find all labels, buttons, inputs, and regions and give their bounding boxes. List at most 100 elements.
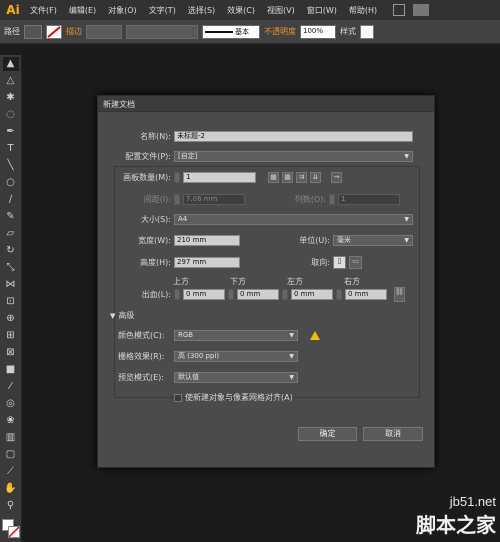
advanced-label[interactable]: 高级 [118, 310, 134, 321]
spacing-spinner [174, 194, 180, 205]
bleed-right-field[interactable]: 0 mm [345, 289, 387, 300]
control-bar: 路径 描边 基本 不透明度 100% 样式 [0, 20, 500, 44]
bleed-bottom-field[interactable]: 0 mm [237, 289, 279, 300]
units-select[interactable]: 毫米 ▼ [333, 235, 413, 246]
bleed-right-spinner[interactable] [336, 289, 342, 300]
shape-builder-tool-icon[interactable]: ⊕ [3, 312, 19, 326]
stroke-weight-field[interactable] [86, 24, 122, 39]
profile-select[interactable]: [自定] ▼ [174, 151, 413, 162]
eraser-tool-icon[interactable]: ▱ [3, 227, 19, 241]
menu-type[interactable]: 文字(T) [143, 5, 182, 16]
name-label: 名称(N): [140, 132, 171, 141]
warning-icon [310, 331, 320, 340]
bleed-bottom-label: 下方 [230, 277, 246, 286]
advanced-toggle-icon[interactable]: ▼ [110, 312, 115, 320]
align-pixel-grid-label[interactable]: 使新建对象与像素网格对齐(A) [185, 392, 293, 403]
name-field[interactable]: 未标题-2 [174, 131, 413, 142]
spacing-field: 7.06 mm [183, 194, 245, 205]
watermark-url: jb51.net [449, 494, 496, 509]
columns-spinner [329, 194, 335, 205]
layout-direction-icon[interactable]: → [331, 172, 342, 183]
variable-width-profile[interactable] [126, 24, 198, 39]
selection-tool-icon[interactable]: ▲ [2, 57, 19, 71]
stroke-label[interactable]: 描边 [66, 26, 82, 37]
arrange-by-column-icon[interactable]: ⇊ [310, 172, 321, 183]
bleed-top-spinner[interactable] [174, 289, 180, 300]
zoom-tool-icon[interactable]: ⚲ [3, 499, 19, 513]
bridge-icon[interactable] [393, 4, 406, 16]
portrait-icon[interactable]: ▯ [333, 256, 346, 269]
cancel-button[interactable]: 取消 [363, 427, 423, 441]
artboard-tool-icon[interactable]: ▢ [3, 448, 19, 462]
bleed-bottom-spinner[interactable] [228, 289, 234, 300]
rotate-tool-icon[interactable]: ↻ [3, 244, 19, 258]
align-pixel-grid-checkbox[interactable] [174, 393, 182, 402]
bleed-right-label: 右方 [344, 277, 360, 286]
raster-effects-label: 栅格效果(R): [118, 352, 165, 361]
grid-by-row-icon[interactable]: ▦ [268, 172, 279, 183]
symbol-sprayer-tool-icon[interactable]: ❀ [3, 414, 19, 428]
height-field[interactable]: 297 mm [174, 257, 240, 268]
opacity-field[interactable]: 100% [300, 24, 336, 39]
menu-view[interactable]: 视图(V) [261, 5, 301, 16]
fill-stroke-swatches[interactable] [1, 519, 21, 539]
brush-definition[interactable]: 基本 [202, 24, 260, 39]
link-bleed-icon[interactable]: ⛓ [394, 287, 405, 302]
menu-object[interactable]: 对象(O) [102, 5, 143, 16]
menu-window[interactable]: 窗口(W) [301, 5, 343, 16]
ellipse-tool-icon[interactable]: ○ [3, 176, 19, 190]
mesh-tool-icon[interactable]: ⊠ [3, 346, 19, 360]
menu-file[interactable]: 文件(F) [24, 5, 63, 16]
width-field[interactable]: 210 mm [174, 235, 240, 246]
bleed-left-spinner[interactable] [282, 289, 288, 300]
ok-button[interactable]: 确定 [298, 427, 357, 441]
profile-label: 配置文件(P): [125, 152, 171, 161]
selection-type-label: 路径 [4, 27, 20, 36]
bleed-left-field[interactable]: 0 mm [291, 289, 333, 300]
gradient-tool-icon[interactable]: ■ [3, 363, 19, 377]
menu-help[interactable]: 帮助(H) [343, 5, 383, 16]
type-tool-icon[interactable]: T [3, 142, 19, 156]
raster-effects-select[interactable]: 高 (300 ppi) ▼ [174, 351, 298, 362]
menu-edit[interactable]: 编辑(E) [63, 5, 102, 16]
menu-bar: Ai 文件(F) 编辑(E) 对象(O) 文字(T) 选择(S) 效果(C) 视… [0, 0, 500, 20]
menu-effect[interactable]: 效果(C) [221, 5, 261, 16]
menu-select[interactable]: 选择(S) [182, 5, 221, 16]
height-label: 高度(H): [140, 258, 171, 267]
paintbrush-tool-icon[interactable]: ∕ [3, 193, 19, 207]
graphic-style-swatch[interactable] [360, 24, 374, 39]
landscape-icon[interactable]: ▭ [349, 256, 362, 269]
free-transform-tool-icon[interactable]: ⊡ [3, 295, 19, 309]
hand-tool-icon[interactable]: ✋ [3, 482, 19, 496]
perspective-grid-tool-icon[interactable]: ⊞ [3, 329, 19, 343]
spacing-label: 间距(I): [143, 195, 171, 204]
magic-wand-tool-icon[interactable]: ✱ [3, 91, 19, 105]
eyedropper-tool-icon[interactable]: ⁄ [3, 380, 19, 394]
size-select[interactable]: A4 ▼ [174, 214, 413, 225]
line-tool-icon[interactable]: ╲ [3, 159, 19, 173]
column-graph-tool-icon[interactable]: ▥ [3, 431, 19, 445]
pen-tool-icon[interactable]: ✒ [3, 125, 19, 139]
stroke-swatch[interactable] [46, 24, 62, 39]
bleed-top-label: 上方 [173, 277, 189, 286]
lasso-tool-icon[interactable]: ◌ [3, 108, 19, 122]
blend-tool-icon[interactable]: ◎ [3, 397, 19, 411]
workspace-arrange-icon[interactable] [413, 4, 430, 16]
artboards-field[interactable]: 1 [183, 172, 256, 183]
direct-selection-tool-icon[interactable]: △ [3, 74, 19, 88]
color-mode-select[interactable]: RGB ▼ [174, 330, 298, 341]
opacity-label[interactable]: 不透明度 [264, 26, 296, 37]
scale-tool-icon[interactable]: ⤡ [3, 261, 19, 275]
grid-by-column-icon[interactable]: ▦ [282, 172, 293, 183]
arrange-by-row-icon[interactable]: ⇉ [296, 172, 307, 183]
preview-mode-select[interactable]: 默认值 ▼ [174, 372, 298, 383]
columns-field: 1 [338, 194, 400, 205]
fill-swatch[interactable] [24, 24, 42, 39]
artboards-spinner[interactable] [174, 172, 180, 183]
width-label: 宽度(W): [138, 236, 171, 245]
slice-tool-icon[interactable]: ⟋ [3, 465, 19, 479]
width-tool-icon[interactable]: ⋈ [3, 278, 19, 292]
pencil-tool-icon[interactable]: ✎ [3, 210, 19, 224]
bleed-top-field[interactable]: 0 mm [183, 289, 225, 300]
bleed-left-label: 左方 [287, 277, 303, 286]
